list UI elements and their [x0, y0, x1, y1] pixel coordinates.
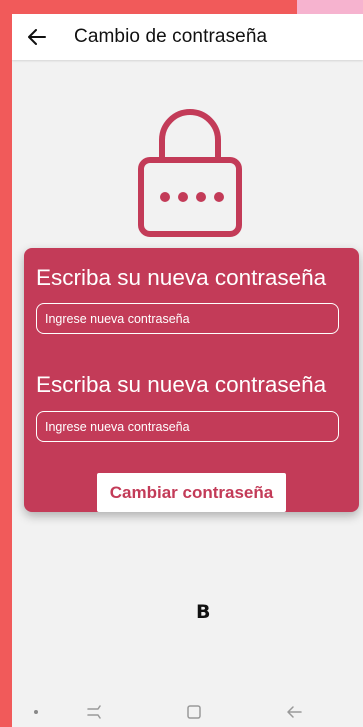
overlay-letter: B — [196, 601, 211, 623]
new-password-heading: Escriba su nueva contraseña — [36, 265, 327, 290]
change-password-button[interactable]: Cambiar contraseña — [97, 473, 286, 512]
dot-icon — [30, 697, 42, 727]
confirm-password-input[interactable] — [36, 411, 339, 442]
new-password-input[interactable] — [36, 303, 339, 334]
password-form-card: Escriba su nueva contraseña Escriba su n… — [24, 248, 359, 512]
system-nav-bar — [12, 697, 363, 727]
home-icon[interactable] — [182, 697, 206, 727]
recent-apps-icon[interactable] — [82, 697, 106, 727]
app-bar: Cambio de contraseña — [12, 14, 363, 60]
confirm-password-heading: Escriba su nueva contraseña — [36, 372, 327, 397]
back-icon[interactable] — [282, 697, 306, 727]
arrow-left-icon[interactable] — [26, 26, 48, 48]
page-title: Cambio de contraseña — [74, 26, 268, 47]
app-screen: Cambio de contraseña Escriba su nueva co… — [12, 14, 363, 727]
lock-icon — [137, 106, 243, 238]
corner-decoration — [297, 0, 363, 14]
